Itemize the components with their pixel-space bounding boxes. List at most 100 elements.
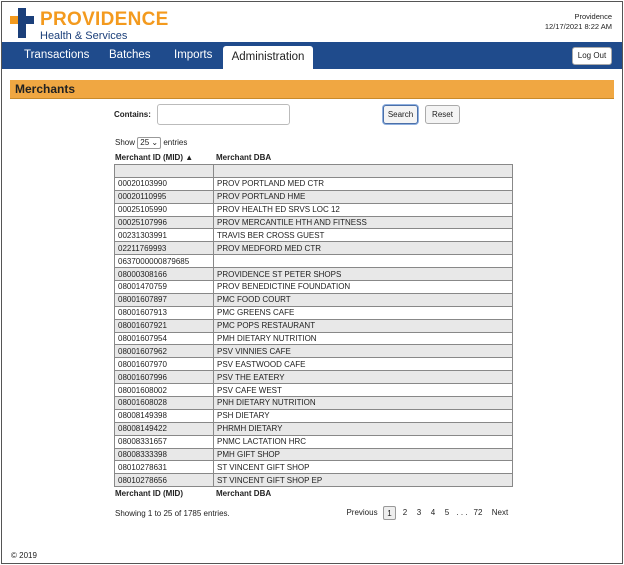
table-row[interactable]: 08001470759 PROV BENEDICTINE FOUNDATION: [114, 280, 513, 294]
merchant-id-cell: 08001607962: [114, 344, 214, 359]
page-5-button[interactable]: 5: [441, 506, 453, 520]
current-datetime: 12/17/2021 8:22 AM: [544, 22, 612, 31]
merchant-dba-cell: PROV PORTLAND MED CTR: [213, 176, 513, 191]
entries-control: Show 25 ⌄ entries: [115, 137, 187, 149]
table-row[interactable]: 0637000000879685: [114, 254, 513, 269]
pagination-ellipsis: . . .: [456, 508, 468, 517]
merchant-id-cell: 08001607996: [114, 370, 214, 385]
page-4-button[interactable]: 4: [427, 506, 439, 520]
table-row[interactable]: 08001607970 PSV EASTWOOD CAFE: [114, 357, 513, 372]
merchant-id-cell: 08010278631: [114, 460, 214, 475]
show-label: Show: [115, 138, 136, 148]
table-row[interactable]: 00231303991 TRAVIS BER CROSS GUEST: [114, 228, 513, 243]
column-header-dba[interactable]: Merchant DBA: [216, 153, 271, 162]
merchant-dba-cell: PSV VINNIES CAFE: [213, 344, 513, 359]
table-row[interactable]: 00020110995 PROV PORTLAND HME: [114, 189, 513, 204]
merchant-id-cell: 00020103990: [114, 176, 214, 191]
tab-transactions[interactable]: Transactions: [24, 42, 89, 69]
main-nav: Transactions Batches Imports Administrat…: [2, 42, 622, 69]
table-row[interactable]: 08008149422 PHRMH DIETARY: [114, 421, 513, 436]
entries-select[interactable]: 25 ⌄: [137, 137, 162, 149]
table-row[interactable]: 08001607921 PMC POPS RESTAURANT: [114, 318, 513, 333]
merchant-dba-cell: PNH DIETARY NUTRITION: [213, 396, 513, 410]
merchant-dba-cell: PROV MEDFORD MED CTR: [213, 241, 513, 256]
merchant-id-cell: 08008333398: [114, 447, 214, 462]
merchant-dba-cell: PMH GIFT SHOP: [213, 447, 513, 462]
table-row[interactable]: 08001607996 PSV THE EATERY: [114, 370, 513, 385]
cross-icon: [10, 8, 34, 38]
merchant-dba-cell: PROV HEALTH ED SRVS LOC 12: [213, 202, 513, 217]
merchant-id-cell: 08001470759: [114, 280, 214, 294]
table-row[interactable]: 08000308166 PROVIDENCE ST PETER SHOPS: [114, 267, 513, 282]
table-row[interactable]: 00025105990 PROV HEALTH ED SRVS LOC 12: [114, 202, 513, 217]
merchant-id-cell: 08001607970: [114, 357, 214, 372]
brand-subtitle: Health & Services: [40, 30, 128, 42]
column-header-mid[interactable]: Merchant ID (MID) ▲: [115, 153, 193, 162]
merchant-id-cell: 08000308166: [114, 267, 214, 282]
merchant-dba-cell: PHRMH DIETARY: [213, 421, 513, 436]
merchant-dba-cell: PSV EASTWOOD CAFE: [213, 357, 513, 372]
merchant-id-cell: 08001607897: [114, 292, 214, 307]
table-row[interactable]: 08001607954 PMH DIETARY NUTRITION: [114, 331, 513, 346]
tab-imports[interactable]: Imports: [174, 42, 212, 69]
merchant-id-cell: 08001607954: [114, 331, 214, 346]
table-row[interactable]: 02211769993 PROV MEDFORD MED CTR: [114, 241, 513, 256]
entries-suffix: entries: [163, 138, 188, 148]
previous-button[interactable]: Previous: [345, 506, 379, 520]
search-input[interactable]: [157, 104, 290, 125]
merchant-id-cell: 08001608002: [114, 383, 214, 398]
merchant-id-cell: 08008149398: [114, 408, 214, 423]
merchant-id-cell: 08010278656: [114, 473, 214, 488]
merchant-id-cell: [114, 164, 214, 178]
tab-administration[interactable]: Administration: [223, 46, 313, 69]
tab-batches[interactable]: Batches: [109, 42, 151, 69]
page-72-button[interactable]: 72: [471, 506, 485, 520]
merchant-id-cell: 08001607913: [114, 305, 214, 320]
table-row[interactable]: [114, 164, 513, 178]
merchant-id-cell: 08001607921: [114, 318, 214, 333]
merchant-id-cell: 08008331657: [114, 434, 214, 449]
merchant-dba-cell: PMC POPS RESTAURANT: [213, 318, 513, 333]
table-row[interactable]: 08010278631 ST VINCENT GIFT SHOP: [114, 460, 513, 475]
merchant-dba-cell: PROV BENEDICTINE FOUNDATION: [213, 280, 513, 294]
table-row[interactable]: 08008333398 PMH GIFT SHOP: [114, 447, 513, 462]
table-row[interactable]: 08008149398 PSH DIETARY: [114, 408, 513, 423]
merchant-dba-cell: [213, 164, 513, 178]
merchant-id-cell: 00025105990: [114, 202, 214, 217]
providence-logo[interactable]: PROVIDENCE Health & Services: [10, 8, 168, 42]
page-2-button[interactable]: 2: [399, 506, 411, 520]
merchant-dba-cell: ST VINCENT GIFT SHOP EP: [213, 473, 513, 488]
merchant-dba-cell: PROV PORTLAND HME: [213, 189, 513, 204]
table-row[interactable]: 08010278656 ST VINCENT GIFT SHOP EP: [114, 473, 513, 488]
table-row[interactable]: 08001607897 PMC FOOD COURT: [114, 292, 513, 307]
page-3-button[interactable]: 3: [413, 506, 425, 520]
merchant-dba-cell: PROVIDENCE ST PETER SHOPS: [213, 267, 513, 282]
table-row[interactable]: 00025107996 PROV MERCANTILE HTH AND FITNE…: [114, 215, 513, 230]
merchant-id-cell: 08008149422: [114, 421, 214, 436]
merchant-id-cell: 0637000000879685: [114, 254, 214, 269]
brand-name: PROVIDENCE: [40, 9, 169, 30]
merchant-dba-cell: PROV MERCANTILE HTH AND FITNESS: [213, 215, 513, 230]
table-row[interactable]: 08008331657 PNMC LACTATION HRC: [114, 434, 513, 449]
chevron-down-icon: ⌄: [151, 138, 159, 147]
table-row[interactable]: 00020103990 PROV PORTLAND MED CTR: [114, 176, 513, 191]
table-row[interactable]: 08001607913 PMC GREENS CAFE: [114, 305, 513, 320]
search-button[interactable]: Search: [383, 105, 418, 124]
table-row[interactable]: 08001608002 PSV CAFE WEST: [114, 383, 513, 398]
table-row[interactable]: 08001607962 PSV VINNIES CAFE: [114, 344, 513, 359]
header: PROVIDENCE Health & Services Providence …: [2, 2, 622, 42]
logout-button[interactable]: Log Out: [572, 47, 612, 65]
merchants-table: 00020103990 PROV PORTLAND MED CTR 00020110…: [114, 164, 513, 488]
merchant-dba-cell: PMC FOOD COURT: [213, 292, 513, 307]
merchant-dba-cell: PSV THE EATERY: [213, 370, 513, 385]
table-row[interactable]: 08001608028 PNH DIETARY NUTRITION: [114, 396, 513, 410]
next-button[interactable]: Next: [490, 506, 510, 520]
merchant-dba-cell: PMH DIETARY NUTRITION: [213, 331, 513, 346]
merchant-dba-cell: PSV CAFE WEST: [213, 383, 513, 398]
copyright: © 2019: [11, 551, 37, 560]
merchant-dba-cell: TRAVIS BER CROSS GUEST: [213, 228, 513, 243]
page-1-button[interactable]: 1: [383, 506, 396, 520]
column-footer-mid: Merchant ID (MID): [115, 489, 183, 498]
merchant-dba-cell: PMC GREENS CAFE: [213, 305, 513, 320]
reset-button[interactable]: Reset: [425, 105, 460, 124]
